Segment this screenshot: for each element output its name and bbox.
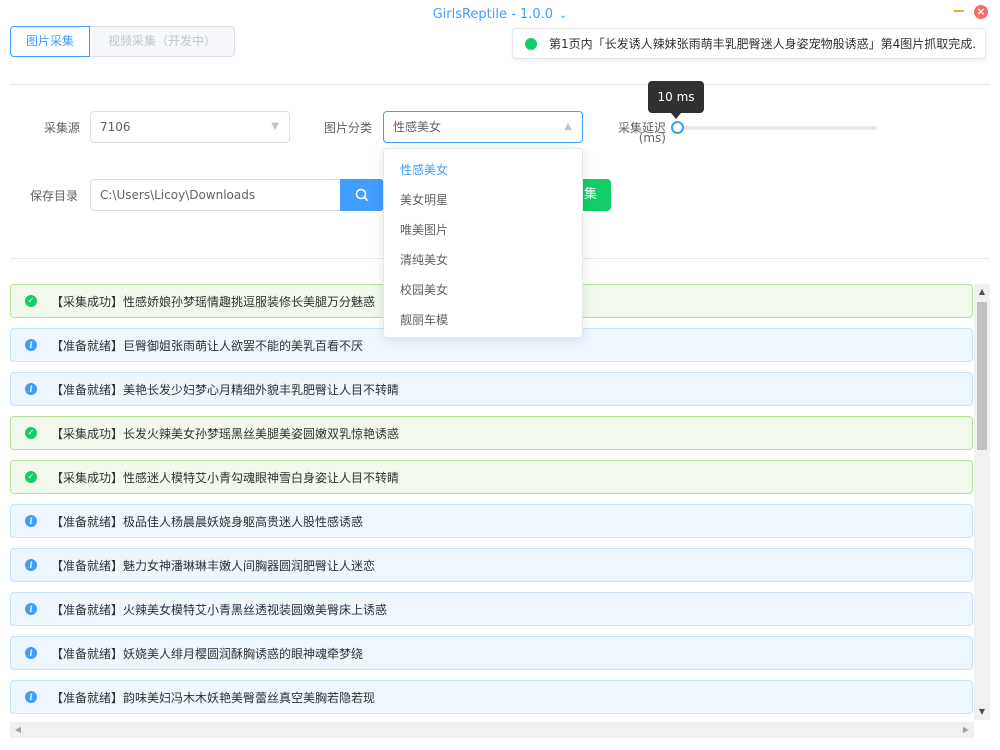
category-option[interactable]: 性感美女: [384, 155, 582, 185]
category-select[interactable]: 性感美女 ▲: [383, 111, 583, 143]
log-item: i 【准备就绪】魅力女神潘琳琳丰嫩人间胸器圆润肥臀让人迷恋: [10, 548, 973, 582]
log-item: i 【准备就绪】韵味美妇冯木木妖艳美臀蕾丝真空美胸若隐若现: [10, 680, 973, 714]
divider: [10, 84, 990, 85]
log-list: ✓ 【采集成功】性感娇娘孙梦瑶情趣挑逗服装修长美腿万分魅惑 i 【准备就绪】巨臀御姐…: [10, 284, 973, 724]
log-text: 【准备就绪】火辣美女模特艾小青黑丝透视装圆嫩美臀床上诱惑: [51, 602, 388, 617]
log-text: 【准备就绪】美艳长发少妇梦心月精细外貌丰乳肥臀让人目不转睛: [51, 382, 400, 397]
log-text: 【采集成功】长发火辣美女孙梦瑶黑丝美腿美姿圆嫩双乳惊艳诱惑: [51, 426, 400, 441]
info-circle-icon: i: [25, 383, 37, 395]
log-text: 【准备就绪】妖娆美人绯月樱圆润酥胸诱惑的眼神魂牵梦绕: [51, 646, 364, 661]
category-option[interactable]: 美女明星: [384, 185, 582, 215]
check-circle-icon: ✓: [25, 471, 37, 483]
search-icon: [355, 188, 368, 201]
info-circle-icon: i: [25, 647, 37, 659]
category-dropdown: 性感美女 美女明星 唯美图片 清纯美女 校园美女 靓丽车模: [383, 148, 583, 338]
category-option[interactable]: 清纯美女: [384, 245, 582, 275]
scroll-up-icon[interactable]: ▲: [974, 284, 990, 300]
chevron-up-icon: ▲: [564, 121, 572, 132]
horizontal-scrollbar[interactable]: ◀ ▶: [10, 722, 974, 738]
log-text: 【采集成功】性感迷人模特艾小青勾魂眼神雪白身姿让人目不转睛: [51, 470, 400, 485]
log-item: i 【准备就绪】极品佳人杨晨晨妖娆身躯高贵迷人股性感诱惑: [10, 504, 973, 538]
info-circle-icon: i: [25, 603, 37, 615]
app-title-text: GirlsReptile - 1.0.0: [432, 7, 554, 22]
log-item: ✓ 【采集成功】长发火辣美女孙梦瑶黑丝美腿美姿圆嫩双乳惊艳诱惑: [10, 416, 973, 450]
category-label: 图片分类: [323, 121, 372, 135]
info-circle-icon: i: [25, 515, 37, 527]
scroll-right-icon[interactable]: ▶: [958, 722, 974, 738]
log-item: i 【准备就绪】妖娆美人绯月樱圆润酥胸诱惑的眼神魂牵梦绕: [10, 636, 973, 670]
vertical-scrollbar[interactable]: ▲ ▼: [974, 284, 990, 720]
scroll-down-icon[interactable]: ▼: [974, 704, 990, 720]
log-item: i 【准备就绪】美艳长发少妇梦心月精细外貌丰乳肥臀让人目不转睛: [10, 372, 973, 406]
info-circle-icon: i: [25, 691, 37, 703]
minimize-button[interactable]: −: [952, 3, 966, 20]
notification-text: 第1页内「长发诱人辣妹张雨萌丰乳肥臀迷人身姿宠物般诱惑」第4图片抓取完成.: [549, 37, 977, 51]
category-option[interactable]: 校园美女: [384, 275, 582, 305]
info-circle-icon: i: [25, 339, 37, 351]
check-circle-icon: ✓: [25, 295, 37, 307]
delay-unit: (ms): [638, 131, 666, 145]
scroll-thumb[interactable]: [977, 302, 987, 450]
log-item: ✓ 【采集成功】性感迷人模特艾小青勾魂眼神雪白身姿让人目不转睛: [10, 460, 973, 494]
scroll-left-icon[interactable]: ◀: [10, 722, 26, 738]
log-text: 【准备就绪】极品佳人杨晨晨妖娆身躯高贵迷人股性感诱惑: [51, 514, 364, 529]
category-option[interactable]: 靓丽车模: [384, 305, 582, 335]
source-label: 采集源: [43, 121, 80, 135]
delay-tooltip: 10 ms: [648, 81, 704, 119]
tab-image-collect[interactable]: 图片采集: [10, 26, 91, 57]
chevron-down-icon: ⌄: [559, 10, 568, 21]
log-text: 【采集成功】性感娇娘孙梦瑶情趣挑逗服装修长美腿万分魅惑: [51, 294, 376, 309]
save-dir-input[interactable]: C:\Users\Licoy\Downloads: [90, 179, 341, 211]
info-circle-icon: i: [25, 559, 37, 571]
status-notification: 第1页内「长发诱人辣妹张雨萌丰乳肥臀迷人身姿宠物般诱惑」第4图片抓取完成.: [512, 28, 986, 59]
save-dir-label: 保存目录: [29, 189, 78, 203]
app-title[interactable]: GirlsReptile - 1.0.0 ⌄: [0, 7, 1000, 22]
source-select[interactable]: 7106 ▼: [90, 111, 290, 143]
success-dot-icon: [525, 37, 537, 50]
category-option[interactable]: 唯美图片: [384, 215, 582, 245]
check-circle-icon: ✓: [25, 427, 37, 439]
close-button[interactable]: ×: [974, 5, 988, 19]
log-item: i 【准备就绪】火辣美女模特艾小青黑丝透视装圆嫩美臀床上诱惑: [10, 592, 973, 626]
tab-video-collect[interactable]: 视频采集（开发中）: [90, 26, 236, 57]
log-text: 【准备就绪】魅力女神潘琳琳丰嫩人间胸器圆润肥臀让人迷恋: [51, 558, 376, 573]
category-select-value: 性感美女: [393, 120, 442, 134]
log-text: 【准备就绪】巨臀御姐张雨萌让人欲罢不能的美乳百看不厌: [51, 338, 364, 353]
chevron-down-icon: ▼: [271, 121, 279, 132]
delay-slider-handle[interactable]: [671, 121, 684, 134]
mode-tabs: 图片采集 视频采集（开发中）: [10, 26, 236, 57]
delay-slider-track[interactable]: [677, 126, 877, 130]
browse-button[interactable]: [340, 179, 384, 211]
log-text: 【准备就绪】韵味美妇冯木木妖艳美臀蕾丝真空美胸若隐若现: [51, 690, 376, 705]
source-select-value: 7106: [100, 120, 131, 134]
